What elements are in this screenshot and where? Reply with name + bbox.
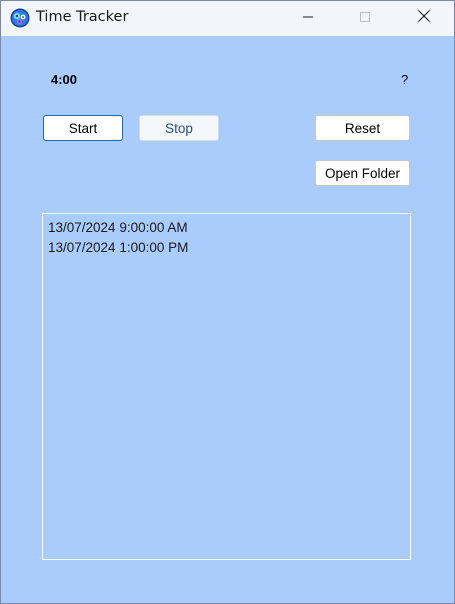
list-item[interactable]: 13/07/2024 1:00:00 PM (43, 239, 410, 259)
list-item[interactable]: 13/07/2024 9:00:00 AM (43, 219, 410, 239)
time-log-list[interactable]: 13/07/2024 9:00:00 AM 13/07/2024 1:00:00… (42, 213, 411, 560)
maximize-button[interactable] (342, 1, 388, 36)
app-window: Time Tracker 4:00 ? Start Stop Reset Ope… (0, 0, 455, 604)
maximize-icon (359, 10, 371, 28)
reset-button[interactable]: Reset (315, 115, 410, 141)
help-link[interactable]: ? (401, 72, 408, 87)
stop-button[interactable]: Stop (139, 115, 219, 141)
close-icon (417, 9, 431, 28)
elapsed-time-label: 4:00 (51, 72, 78, 87)
title-bar[interactable]: Time Tracker (1, 1, 454, 36)
minimize-button[interactable] (285, 1, 331, 36)
open-folder-button[interactable]: Open Folder (315, 160, 410, 186)
gear-cluster-icon (10, 8, 30, 28)
minimize-icon (302, 10, 314, 28)
start-button[interactable]: Start (43, 115, 123, 141)
window-title: Time Tracker (36, 9, 129, 25)
close-button[interactable] (401, 1, 447, 36)
